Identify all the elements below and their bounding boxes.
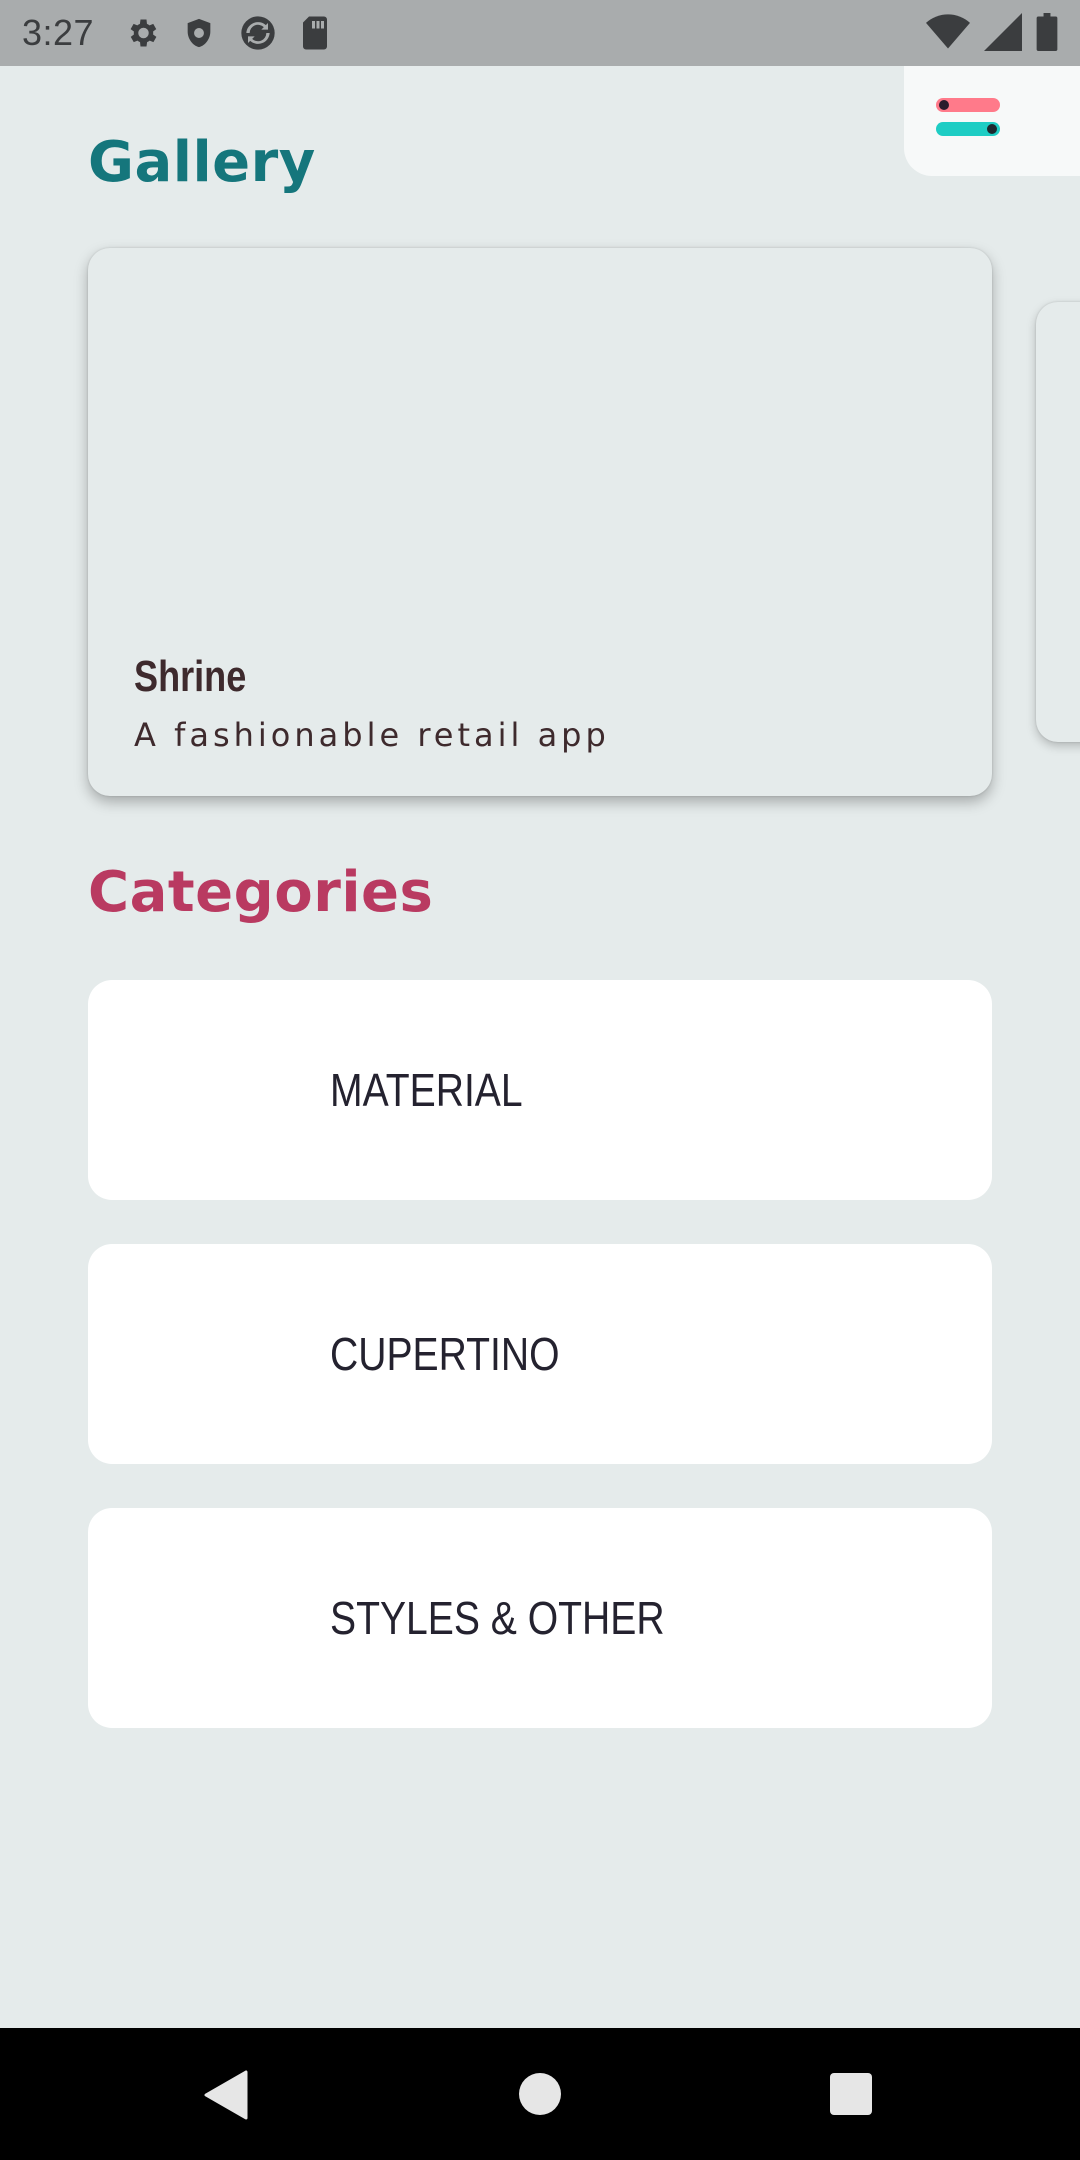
settings-button[interactable] — [904, 66, 1080, 176]
card-title: Shrine — [134, 652, 247, 701]
status-bar: 3:27 — [0, 0, 1080, 66]
settings-toggle-icon — [936, 98, 1000, 136]
settings-icon — [124, 15, 160, 51]
status-time: 3:27 — [22, 12, 95, 53]
card-subtitle: A fashionable retail app — [134, 716, 610, 754]
signal-icon — [984, 13, 1022, 56]
wifi-icon — [926, 13, 970, 56]
gallery-card-next[interactable] — [1036, 302, 1080, 742]
sd-card-icon — [300, 15, 330, 51]
back-icon[interactable] — [204, 2070, 248, 2120]
home-icon[interactable] — [518, 2072, 562, 2116]
category-material[interactable]: MATERIAL — [88, 980, 992, 1200]
category-cupertino[interactable]: CUPERTINO — [88, 1244, 992, 1464]
shield-icon — [182, 15, 216, 51]
category-label: MATERIAL — [330, 1064, 523, 1116]
sync-icon — [238, 13, 278, 53]
category-styles-other[interactable]: STYLES & OTHER — [88, 1508, 992, 1728]
category-label: CUPERTINO — [330, 1328, 560, 1380]
category-label: STYLES & OTHER — [330, 1592, 665, 1644]
categories-title: Categories — [88, 860, 434, 925]
gallery-card-shrine[interactable]: Shrine A fashionable retail app — [88, 248, 992, 796]
recents-icon[interactable] — [829, 2072, 873, 2116]
navigation-bar — [0, 2028, 1080, 2160]
gallery-title: Gallery — [88, 130, 316, 195]
battery-icon — [1036, 13, 1058, 56]
